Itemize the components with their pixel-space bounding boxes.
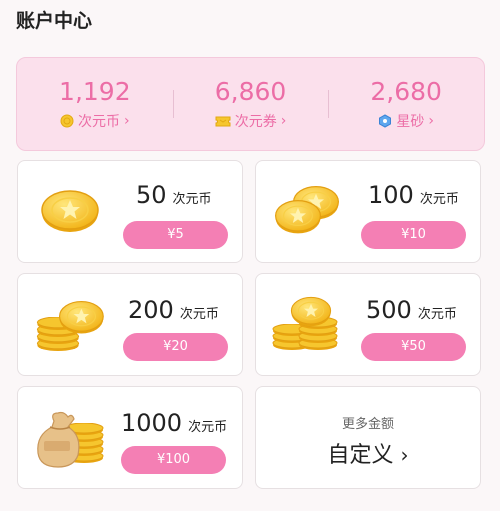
page-title: 账户中心 bbox=[16, 10, 93, 32]
package-unit: 次元币 bbox=[417, 307, 457, 322]
balance-star-sand-label: 星砂 bbox=[396, 114, 425, 130]
balance-tickets[interactable]: 6,860 次元券 › bbox=[172, 58, 329, 150]
package-amount: 1000 bbox=[121, 409, 183, 437]
coin-icon bbox=[40, 189, 100, 233]
chevron-right-icon: › bbox=[124, 113, 130, 129]
balance-coins-value: 1,192 bbox=[59, 77, 131, 106]
balance-coins[interactable]: 1,192 次元币 › bbox=[17, 58, 173, 150]
package-amount: 200 bbox=[128, 296, 174, 324]
star-sand-icon bbox=[378, 114, 392, 128]
chevron-right-icon: › bbox=[428, 113, 434, 129]
package-card-50[interactable]: 50 次元币 ¥5 bbox=[17, 160, 243, 263]
package-amount: 50 bbox=[136, 181, 167, 209]
price-button[interactable]: ¥100 bbox=[121, 446, 226, 474]
package-card-100[interactable]: 100 次元币 ¥10 bbox=[255, 160, 481, 263]
coins-icon bbox=[275, 186, 339, 234]
balance-tickets-value: 6,860 bbox=[214, 77, 287, 106]
package-unit: 次元币 bbox=[179, 307, 219, 322]
price-button[interactable]: ¥50 bbox=[361, 333, 466, 361]
package-card-1000[interactable]: 1000 次元币 ¥100 bbox=[17, 386, 243, 489]
package-card-200[interactable]: 200 次元币 ¥20 bbox=[17, 273, 243, 376]
package-unit: 次元币 bbox=[188, 420, 228, 435]
price-button[interactable]: ¥10 bbox=[361, 221, 466, 249]
money-bag-icon bbox=[37, 411, 104, 468]
price-button[interactable]: ¥20 bbox=[123, 333, 228, 361]
coin-stack-icon bbox=[36, 300, 104, 351]
balance-star-sand[interactable]: 2,680 星砂 › bbox=[328, 58, 484, 150]
custom-subtitle: 更多金额 bbox=[341, 417, 394, 432]
balance-panel: 1,192 次元币 › 6,860 次元券 › 2,680 星砂 › bbox=[16, 57, 485, 151]
ticket-icon bbox=[215, 114, 231, 128]
chevron-right-icon: › bbox=[280, 113, 287, 129]
custom-label: 自定义 bbox=[327, 443, 394, 468]
package-unit: 次元币 bbox=[172, 192, 212, 207]
package-unit: 次元币 bbox=[419, 192, 459, 207]
custom-amount-card[interactable]: 更多金额 自定义 › bbox=[255, 386, 481, 489]
price-button[interactable]: ¥5 bbox=[123, 221, 228, 249]
package-card-500[interactable]: 500 次元币 ¥50 bbox=[255, 273, 481, 376]
chevron-right-icon: › bbox=[400, 443, 409, 467]
balance-coins-label: 次元币 bbox=[78, 114, 121, 130]
coin-icon bbox=[60, 114, 74, 128]
coin-stack-icon bbox=[272, 296, 338, 350]
package-amount: 100 bbox=[368, 181, 414, 209]
balance-star-sand-value: 2,680 bbox=[370, 77, 442, 106]
package-amount: 500 bbox=[366, 296, 412, 324]
balance-tickets-label: 次元券 bbox=[234, 114, 277, 130]
